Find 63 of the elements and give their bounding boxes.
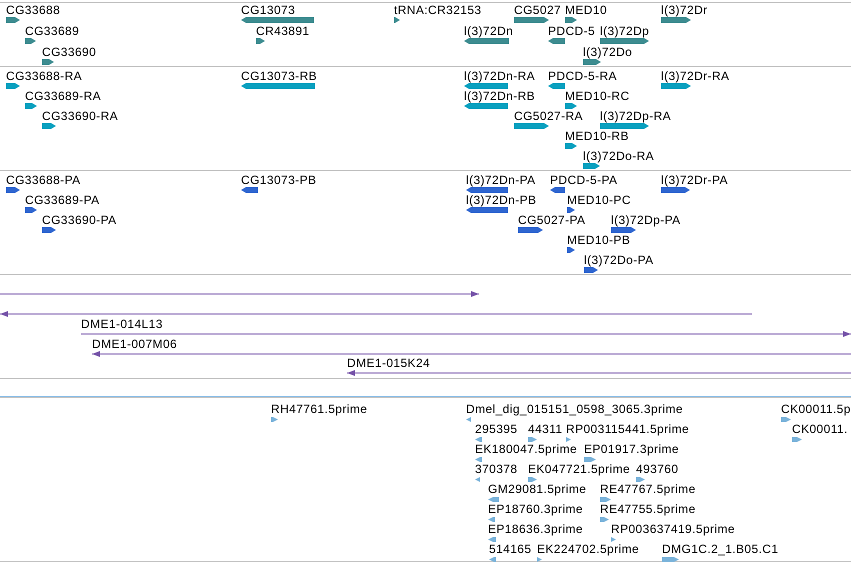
feature-label: l(3)72Do-RA — [583, 149, 654, 163]
feature-label: RP003115441.5prime — [566, 422, 690, 436]
feature-label: PDCD-5-PA — [550, 173, 618, 187]
feature-label: CG13073-RB — [241, 69, 318, 83]
feature-label: l(3)72Dn-RA — [464, 69, 536, 83]
feature-label: CG5027 — [514, 3, 562, 17]
feature-label: EP18636.3prime — [488, 522, 583, 536]
feature-label: CG5027-PA — [518, 213, 586, 227]
feature-label: 493760 — [636, 462, 678, 476]
feature-label: EK047721.5prime — [528, 462, 630, 476]
feature-label: l(3)72Dn-PA — [466, 173, 536, 187]
feature-label: RP003637419.5prime — [611, 522, 735, 536]
feature-label: RH47761.5prime — [271, 402, 368, 416]
feature-label: Dmel_dig_015151_0598_3065.3prime — [466, 402, 683, 416]
feature-label: DMG1C.2_1.B05.C1 — [662, 542, 778, 556]
feature-label: l(3)72Dn — [464, 24, 514, 38]
feature-label: MED10-PB — [567, 233, 630, 247]
feature-label: 44311 — [528, 422, 562, 436]
feature-label: CG33690-PA — [42, 213, 116, 227]
feature-label: MED10-PC — [567, 193, 631, 207]
feature-label: l(3)72Dp — [600, 24, 650, 38]
feature-label: EP01917.3prime — [584, 442, 679, 456]
feature-label: l(3)72Dr — [661, 3, 708, 17]
feature-label: l(3)72Dp-RA — [600, 109, 672, 123]
feature-label: CG5027-RA — [514, 109, 583, 123]
feature-label: CG33688 — [6, 3, 60, 17]
feature-label: MED10-RC — [565, 89, 630, 103]
feature-label: EK224702.5prime — [537, 542, 640, 556]
feature-label: CK00011. — [792, 422, 848, 436]
feature-label: PDCD-5-RA — [548, 69, 617, 83]
feature-label: DME1-015K24 — [347, 356, 430, 370]
feature-label: l(3)72Dr-RA — [661, 69, 730, 83]
feature-label: CG33689-RA — [25, 89, 102, 103]
feature-label: MED10 — [565, 3, 608, 17]
feature-label: l(3)72Dn-PB — [466, 193, 536, 207]
feature-label: CG33690 — [42, 45, 96, 59]
feature-label: 295395 — [475, 422, 518, 436]
feature-label: EK180047.5prime — [475, 442, 578, 456]
feature-label: CG33688-PA — [6, 173, 80, 187]
feature-label: CG33689-PA — [25, 193, 100, 207]
feature-label: 370378 — [475, 462, 518, 476]
feature-label: RE47755.5prime — [600, 502, 696, 516]
feature-label: CK00011.5p — [781, 402, 851, 416]
feature-label: CG13073-PB — [241, 173, 316, 187]
feature-label: CG13073 — [241, 3, 296, 17]
feature-label: l(3)72Dn-RB — [464, 89, 536, 103]
feature-label: DME1-007M06 — [92, 337, 178, 351]
feature-label: MED10-RB — [565, 129, 629, 143]
feature-label: l(3)72Do-PA — [584, 253, 654, 267]
feature-label: GM29081.5prime — [488, 482, 586, 496]
feature-label: RE47767.5prime — [600, 482, 696, 496]
feature-label: l(3)72Dp-PA — [611, 213, 681, 227]
feature-label: CR43891 — [256, 24, 310, 38]
feature-label: tRNA:CR32153 — [394, 3, 482, 17]
feature-label: EP18760.3prime — [488, 502, 583, 516]
feature-label: l(3)72Dr-PA — [661, 173, 728, 187]
feature-label: l(3)72Do — [583, 45, 632, 59]
feature-label: CG33688-RA — [6, 69, 82, 83]
feature-label: DME1-014L13 — [81, 317, 163, 331]
feature-label: CG33689 — [25, 24, 80, 38]
feature-label: PDCD-5 — [548, 24, 596, 38]
feature-label: 514165 — [489, 542, 532, 556]
feature-label: CG33690-RA — [42, 109, 118, 123]
